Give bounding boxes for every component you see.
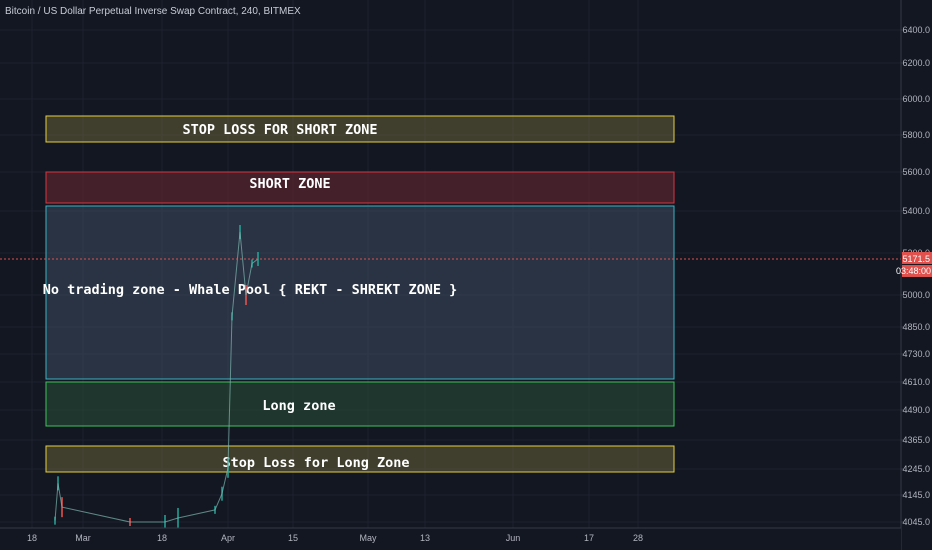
zone-short[interactable]: SHORT ZONE [45,171,675,204]
time-tick-label: 18 [157,533,167,543]
price-tick-label: 4145.0 [902,490,930,500]
time-axis-bg[interactable] [0,528,901,550]
time-tick-label: 15 [288,533,298,543]
price-tick-label: 5600.0 [902,167,930,177]
time-tick-label: 13 [420,533,430,543]
price-tick-label: 4730.0 [902,349,930,359]
price-axis[interactable]: 6400.06200.06000.05800.05600.05400.05200… [896,0,932,550]
price-tick-label: 4490.0 [902,405,930,415]
price-tick-label: 6400.0 [902,25,930,35]
zone-label: SHORT ZONE [249,176,330,192]
zone-stop-loss-long[interactable]: Stop Loss for Long Zone [45,445,675,473]
time-tick-label: 18 [27,533,37,543]
last-price-label: 5171.5 [902,254,930,264]
time-axis[interactable]: 18 Mar 18 Apr 15 May 13 Jun 17 28 [0,527,901,550]
price-tick-label: 4365.0 [902,435,930,445]
chart-svg[interactable]: STOP LOSS FOR SHORT ZONE SHORT ZONE No tra… [0,0,932,550]
chart-title: Bitcoin / US Dollar Perpetual Inverse Sw… [5,6,301,17]
zone-label: STOP LOSS FOR SHORT ZONE [182,122,377,138]
time-tick-label: Apr [221,533,235,543]
price-tick-label: 4850.0 [902,322,930,332]
zone-label: Stop Loss for Long Zone [223,455,410,471]
zone-label: Long zone [262,398,335,414]
price-tick-label: 5800.0 [902,130,930,140]
time-tick-label: 17 [584,533,594,543]
price-tick-label: 4245.0 [902,464,930,474]
zone-layer[interactable]: STOP LOSS FOR SHORT ZONE SHORT ZONE No tra… [43,115,675,473]
countdown-label: 03:48:00 [896,266,931,276]
zone-long[interactable]: Long zone [45,381,675,427]
price-tick-label: 5000.0 [902,290,930,300]
zone-label: No trading zone - Whale Pool { REKT - SH… [43,282,458,298]
zone-box[interactable] [45,381,675,427]
zone-stop-loss-short[interactable]: STOP LOSS FOR SHORT ZONE [45,115,675,143]
price-tick-label: 5400.0 [902,206,930,216]
time-tick-label: 28 [633,533,643,543]
price-tick-label: 6000.0 [902,94,930,104]
time-tick-label: May [359,533,377,543]
time-tick-label: Mar [75,533,91,543]
time-tick-label: Jun [506,533,521,543]
price-tick-label: 4610.0 [902,377,930,387]
price-tick-label: 4045.0 [902,517,930,527]
price-tick-label: 6200.0 [902,58,930,68]
chart-area[interactable]: STOP LOSS FOR SHORT ZONE SHORT ZONE No tra… [0,0,932,550]
zone-no-trade[interactable]: No trading zone - Whale Pool { REKT - SH… [43,205,675,380]
zone-box[interactable] [45,171,675,204]
